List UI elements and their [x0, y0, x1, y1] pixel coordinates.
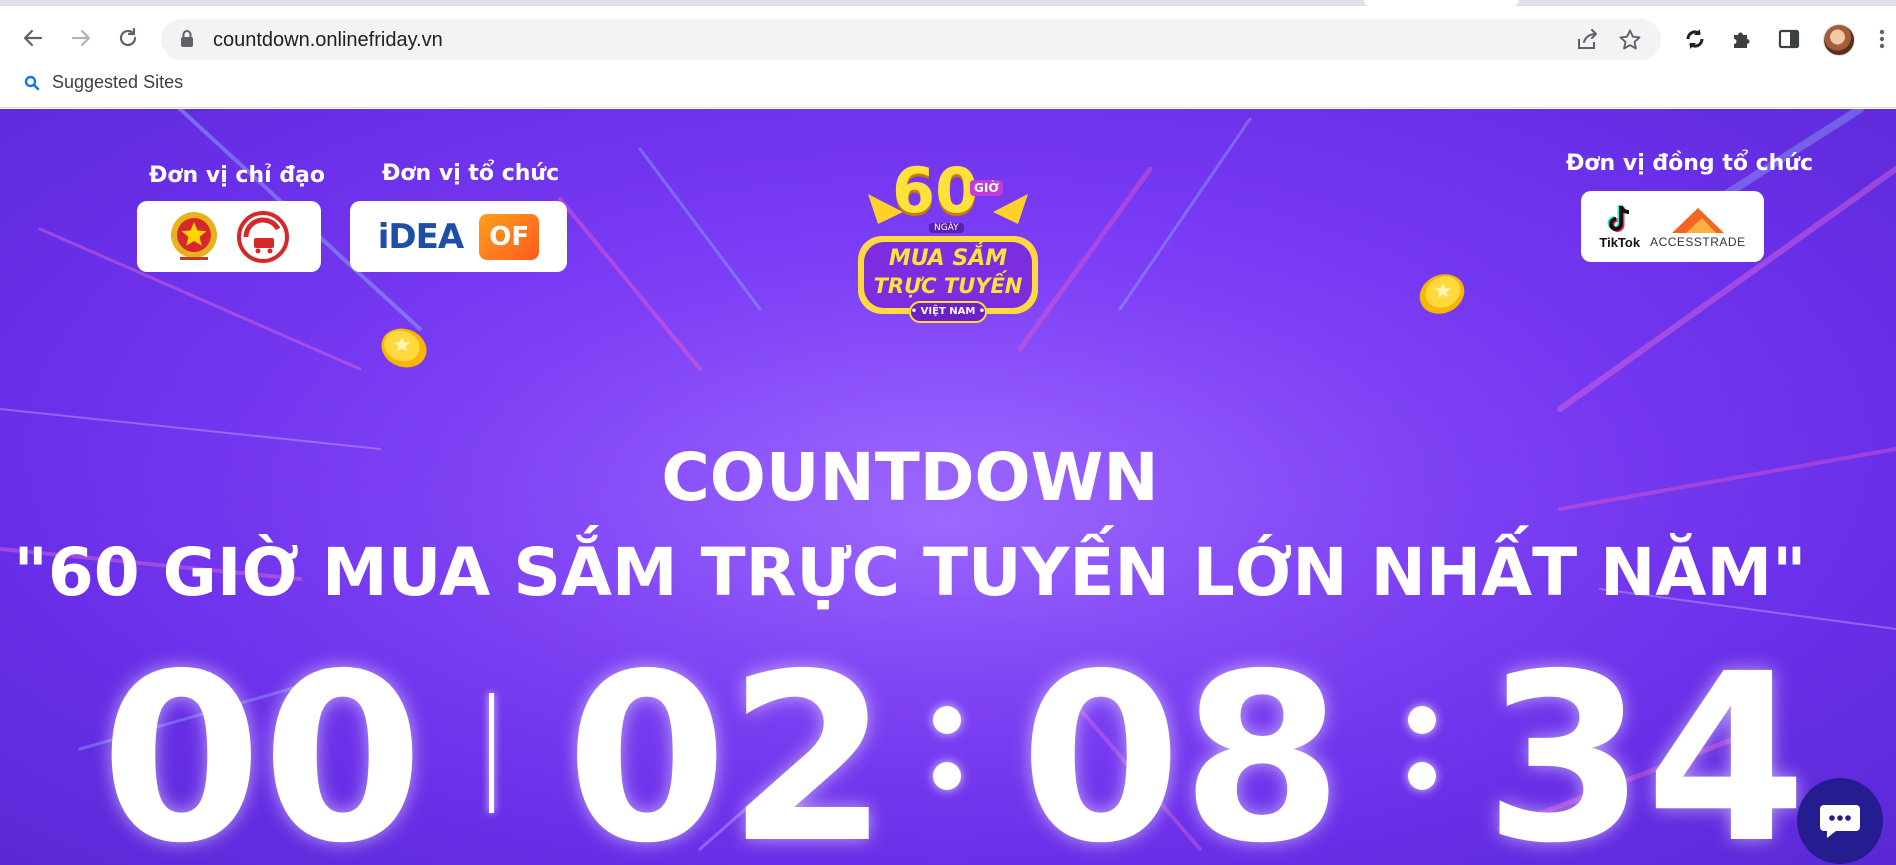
national-emblem-logo	[171, 211, 217, 260]
bookmark-suggested-sites[interactable]: Suggested Sites	[24, 72, 183, 93]
event-logo: 60 GIỜ NGÀY MUA SẮM TRỰC TUYẾN • VIỆT NA…	[848, 154, 1048, 329]
accesstrade-logo: ACCESSTRADE	[1650, 205, 1746, 249]
lock-icon[interactable]	[179, 29, 195, 53]
org-direct-logo-card	[137, 201, 321, 272]
countdown-days: 00	[100, 624, 424, 865]
org-host-label: Đơn vị tổ chức	[382, 161, 560, 186]
url-text[interactable]: countdown.onlinefriday.vn	[213, 29, 443, 52]
search-icon	[24, 75, 40, 90]
bookmarks-bar: Suggested Sites	[0, 62, 1896, 108]
ecommerce-agency-logo	[237, 210, 289, 263]
countdown-separator-bar	[489, 693, 494, 813]
colon-dot	[933, 706, 961, 734]
org-direct-label: Đơn vị chỉ đạo	[149, 163, 326, 188]
coin-icon	[381, 328, 427, 368]
countdown-minutes: 08	[1020, 624, 1343, 865]
side-panel-icon[interactable]	[1772, 22, 1806, 56]
countdown-seconds: 34	[1484, 624, 1807, 865]
avatar[interactable]	[1823, 24, 1855, 56]
org-cohost-label: Đơn vị đồng tổ chức	[1566, 151, 1814, 176]
browser-toolbar: countdown.onlinefriday.vn	[0, 6, 1896, 62]
idea-logo: iDEA	[377, 216, 464, 257]
star-icon[interactable]	[1616, 27, 1644, 53]
tiktok-note-icon	[1607, 205, 1629, 232]
colon-dot	[1408, 762, 1436, 790]
org-host-logo-card: iDEA OF	[350, 201, 567, 272]
countdown-title: COUNTDOWN	[661, 439, 1159, 516]
org-cohost-logo-card: TikTok ACCESSTRADE	[1581, 191, 1764, 262]
colon-dot	[1408, 706, 1436, 734]
countdown-colon-2	[1408, 706, 1436, 796]
back-arrow-icon	[23, 29, 43, 47]
event-subtitle: "60 GIỜ MUA SẮM TRỰC TUYẾN LỚN NHẤT NĂM"	[13, 534, 1807, 611]
coin-icon	[1419, 274, 1465, 314]
extensions-icon[interactable]	[1725, 22, 1759, 56]
chat-button[interactable]	[1797, 778, 1883, 864]
colon-dot	[933, 762, 961, 790]
share-icon[interactable]	[1574, 27, 1602, 53]
address-bar[interactable]: countdown.onlinefriday.vn	[161, 19, 1661, 60]
reload-icon	[119, 27, 137, 47]
chat-icon	[1820, 805, 1860, 838]
forward-button[interactable]	[61, 18, 101, 58]
sync-icon[interactable]	[1678, 22, 1712, 56]
reload-button[interactable]	[108, 18, 148, 58]
tiktok-logo: TikTok	[1599, 203, 1640, 250]
bookmark-label: Suggested Sites	[52, 72, 184, 92]
menu-icon[interactable]	[1872, 22, 1892, 56]
onlinefriday-logo: OF	[479, 213, 540, 260]
back-button[interactable]	[13, 18, 53, 58]
accesstrade-mark-icon	[1671, 207, 1724, 233]
forward-arrow-icon	[71, 29, 91, 47]
countdown-colon-1	[933, 706, 961, 796]
countdown-hours: 02	[566, 624, 889, 865]
countdown-page: Đơn vị chỉ đạo Đơn vị tổ chức iDEA OF Đơ…	[0, 109, 1896, 865]
